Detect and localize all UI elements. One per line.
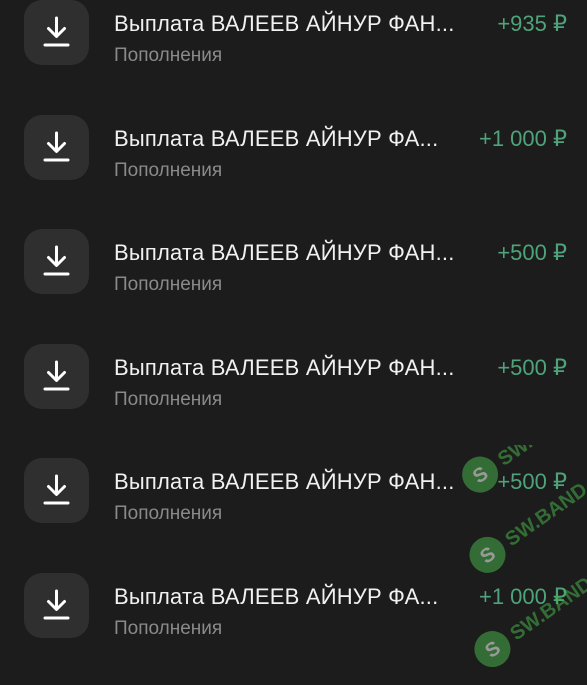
transaction-category: Пополнения [114,618,223,639]
transactions-list: Выплата ВАЛЕЕВ АЙНУР ФАН... Пополнения +… [0,0,587,685]
transaction-title: Выплата ВАЛЕЕВ АЙНУР ФАН... [114,11,455,36]
transaction-title: Выплата ВАЛЕЕВ АЙНУР ФАН... [114,240,455,265]
download-icon [43,131,70,162]
download-icon [43,589,70,620]
download-icon [43,245,70,276]
transaction-icon-tile [24,458,89,523]
transaction-icon-tile [24,573,89,638]
transaction-amount: +500 ₽ [497,469,567,494]
transaction-title: Выплата ВАЛЕЕВ АЙНУР ФАН... [114,355,455,380]
transaction-icon-tile [24,115,89,180]
download-icon [43,16,70,47]
transaction-amount: +500 ₽ [497,240,567,265]
download-icon [43,360,70,391]
transaction-icon-tile [24,229,89,294]
transaction-row[interactable]: Выплата ВАЛЕЕВ АЙНУР ФА... Пополнения +1… [0,109,587,185]
transaction-amount: +500 ₽ [497,355,567,380]
transaction-row[interactable]: Выплата ВАЛЕЕВ АЙНУР ФАН... Пополнения +… [0,223,587,299]
transaction-category: Пополнения [114,389,223,410]
transaction-amount: +1 000 ₽ [478,126,567,151]
transaction-row[interactable]: Выплата ВАЛЕЕВ АЙНУР ФАН... Пополнения +… [0,0,587,70]
transaction-icon-tile [24,344,89,409]
transaction-category: Пополнения [114,45,223,66]
transaction-row[interactable]: Выплата ВАЛЕЕВ АЙНУР ФАН... Пополнения +… [0,452,587,528]
transaction-row[interactable]: Выплата ВАЛЕЕВ АЙНУР ФАН... Пополнения +… [0,338,587,414]
transaction-title: Выплата ВАЛЕЕВ АЙНУР ФАН... [114,469,455,494]
download-icon [43,474,70,505]
transaction-amount: +1 000 ₽ [478,584,567,609]
transaction-category: Пополнения [114,160,223,181]
transaction-row[interactable]: Выплата ВАЛЕЕВ АЙНУР ФА... Пополнения +1… [0,567,587,643]
transaction-category: Пополнения [114,274,223,295]
transaction-title: Выплата ВАЛЕЕВ АЙНУР ФА... [114,126,439,151]
transaction-amount: +935 ₽ [497,11,567,36]
transaction-icon-tile [24,0,89,65]
transaction-category: Пополнения [114,503,223,524]
transaction-title: Выплата ВАЛЕЕВ АЙНУР ФА... [114,584,439,609]
